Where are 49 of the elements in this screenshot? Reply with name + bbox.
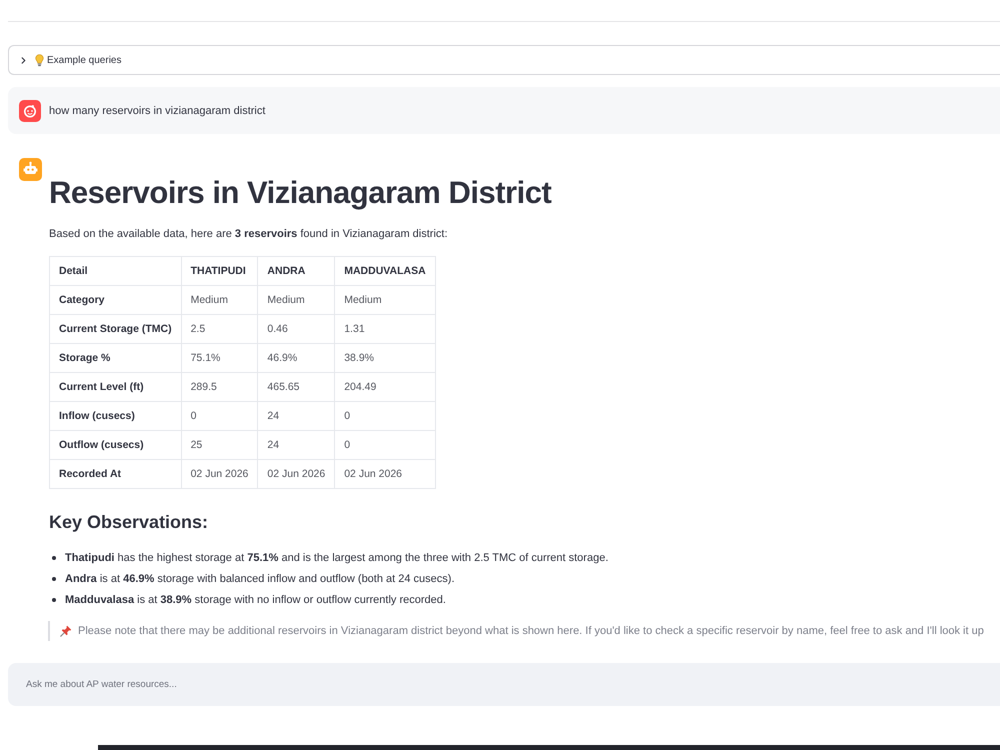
- table-cell: 75.1%: [181, 344, 258, 372]
- row-label-cell: Current Level (ft): [50, 372, 182, 402]
- table-cell: Medium: [258, 286, 335, 314]
- table-cell: 0: [334, 402, 436, 430]
- row-label-cell: Current Storage (TMC): [50, 314, 182, 344]
- observation-text: Thatipudi has the highest storage at 75.1% and is the largest among the three with 2.5 TMC of current storage.: [65, 551, 608, 566]
- table-cell: 24: [258, 430, 335, 460]
- lightbulb-icon: [35, 54, 44, 66]
- row-label-cell: Inflow (cusecs): [50, 402, 182, 430]
- table-cell: 25: [181, 430, 258, 460]
- table-cell: 46.9%: [258, 344, 335, 372]
- row-label-cell: Storage %: [50, 344, 182, 372]
- user-message-text: how many reservoirs in vizianagaram district: [49, 104, 266, 116]
- robot-avatar-icon: [19, 158, 42, 181]
- bullet-icon: [52, 556, 56, 560]
- table-cell: 38.9%: [334, 344, 436, 372]
- table-cell: 0: [181, 402, 258, 430]
- chat-input-field[interactable]: Ask me about AP water resources...: [8, 663, 1000, 706]
- table-cell: Medium: [181, 286, 258, 314]
- row-label-cell: Category: [50, 286, 182, 314]
- example-queries-expander[interactable]: Example queries: [8, 45, 1000, 75]
- table-cell: 02 Jun 2026: [181, 460, 258, 488]
- table-cell: 24: [258, 402, 335, 430]
- table-header: ANDRA: [258, 256, 335, 286]
- observation-text: Andra is at 46.9% storage with balanced inflow and outflow (both at 24 cusecs).: [65, 572, 455, 587]
- bullet-icon: [52, 598, 56, 602]
- response-title: Reservoirs in Vizianagaram District: [49, 176, 552, 210]
- row-label-cell: Outflow (cusecs): [50, 430, 182, 460]
- table-cell: 02 Jun 2026: [258, 460, 335, 488]
- bullet-icon: [52, 577, 56, 581]
- table-cell: 1.31: [334, 314, 436, 344]
- intro-text: Based on the available data, here are 3 reservoirs found in Vizianagaram district:: [49, 227, 448, 242]
- observation-text: Madduvalasa is at 38.9% storage with no inflow or outflow currently recorded.: [65, 593, 446, 608]
- pushpin-icon: [60, 625, 72, 637]
- table-cell: Medium: [334, 286, 436, 314]
- table-cell: 0: [334, 430, 436, 460]
- note-text: Please note that there may be additional reservoirs in Vizianagaram district beyond what is shown here. If you'd like to check a specific reservoir by name, feel free to ask and I'll look it up: [78, 624, 984, 639]
- table-cell: 02 Jun 2026: [334, 460, 436, 488]
- row-label-cell: Recorded At: [50, 460, 182, 488]
- user-avatar-icon: [19, 100, 41, 122]
- table-header: THATIPUDI: [181, 256, 258, 286]
- table-header: Detail: [50, 256, 182, 286]
- table-cell: 2.5: [181, 314, 258, 344]
- table-cell: 289.5: [181, 372, 258, 402]
- table-header: MADDUVALASA: [334, 256, 436, 286]
- observations-heading: Key Observations:: [49, 511, 208, 534]
- table-cell: 204.49: [334, 372, 436, 402]
- table-cell: 0.46: [258, 314, 335, 344]
- table-cell: 465.65: [258, 372, 335, 402]
